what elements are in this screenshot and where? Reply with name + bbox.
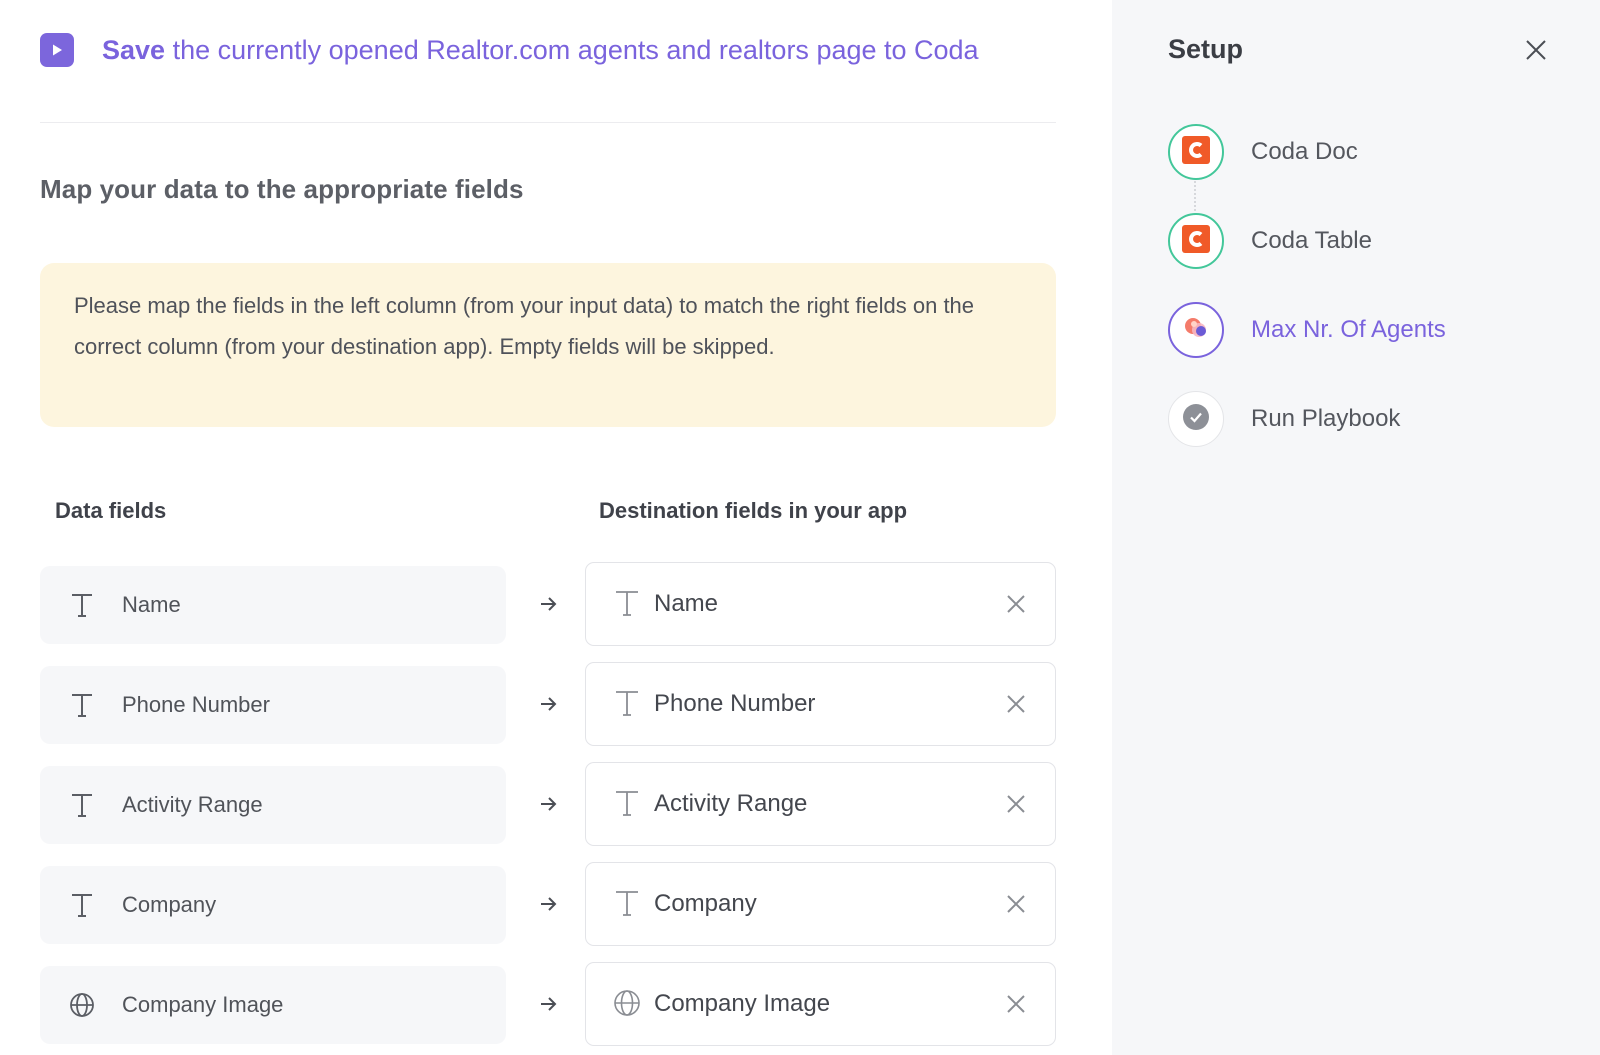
section-title: Map your data to the appropriate fields (40, 174, 524, 204)
step-label: Coda Table (1251, 227, 1372, 254)
step-status-done (1168, 124, 1224, 180)
clear-icon[interactable] (1003, 791, 1029, 817)
destination-field[interactable]: Name (585, 562, 1056, 646)
close-icon[interactable] (1522, 36, 1550, 64)
step-max-nr-of-agents[interactable]: Max Nr. Of Agents (1168, 302, 1568, 358)
destination-field-label: Company (654, 890, 757, 917)
mapping-notice: Please map the fields in the left column… (40, 263, 1056, 427)
main-panel: Save the currently opened Realtor.com ag… (0, 0, 1110, 1055)
source-field-label: Phone Number (122, 692, 270, 717)
step-status-pending (1168, 391, 1224, 447)
bardeen-app-icon (1182, 314, 1210, 347)
destination-field-label: Phone Number (654, 690, 816, 717)
check-circle-icon (1182, 403, 1210, 436)
step-connector (1194, 178, 1196, 218)
source-field: Company (40, 866, 506, 944)
coda-logo-icon (1182, 224, 1210, 258)
text-type-icon (68, 590, 96, 620)
globe-icon (68, 990, 96, 1020)
source-field: Name (40, 566, 506, 644)
source-field-label: Company Image (122, 992, 284, 1017)
arrow-right-icon (536, 892, 560, 916)
playbook-header: Save the currently opened Realtor.com ag… (40, 30, 1080, 70)
destination-field[interactable]: Company Image (585, 962, 1056, 1046)
destination-field-label: Name (654, 590, 719, 617)
destination-fields-header: Destination fields in your app (599, 498, 908, 523)
data-fields-header: Data fields (55, 498, 167, 523)
text-type-icon (612, 587, 642, 619)
step-status-done (1168, 213, 1224, 269)
arrow-right-icon (536, 592, 560, 616)
clear-icon[interactable] (1003, 891, 1029, 917)
step-coda-table[interactable]: Coda Table (1168, 213, 1568, 269)
source-field-label: Activity Range (122, 792, 263, 817)
text-type-icon (68, 890, 96, 920)
globe-icon (612, 987, 642, 1019)
setup-title: Setup (1168, 34, 1244, 64)
playbook-title-action: Save (102, 34, 166, 65)
arrow-right-icon (536, 992, 560, 1016)
step-status-active (1168, 302, 1224, 358)
step-label: Coda Doc (1251, 138, 1358, 165)
playbook-title: Save the currently opened Realtor.com ag… (102, 35, 979, 66)
destination-field[interactable]: Activity Range (585, 762, 1056, 846)
destination-field[interactable]: Phone Number (585, 662, 1056, 746)
mapping-row: Phone Number Phone Number (40, 662, 1056, 748)
step-run-playbook[interactable]: Run Playbook (1168, 391, 1568, 447)
coda-logo-icon (1182, 135, 1210, 169)
playbook-title-text: the currently opened Realtor.com agents … (165, 34, 979, 65)
text-type-icon (612, 687, 642, 719)
text-type-icon (612, 787, 642, 819)
source-field: Phone Number (40, 666, 506, 744)
destination-field-label: Company Image (654, 990, 831, 1017)
source-field: Activity Range (40, 766, 506, 844)
text-type-icon (612, 887, 642, 919)
source-field-label: Company (122, 892, 217, 917)
play-icon[interactable] (40, 33, 74, 67)
text-type-icon (68, 790, 96, 820)
destination-field-label: Activity Range (654, 790, 808, 817)
mapping-row: Company Company (40, 862, 1056, 948)
destination-field[interactable]: Company (585, 862, 1056, 946)
step-label: Max Nr. Of Agents (1251, 316, 1446, 343)
source-field: Company Image (40, 966, 506, 1044)
clear-icon[interactable] (1003, 591, 1029, 617)
clear-icon[interactable] (1003, 691, 1029, 717)
text-type-icon (68, 690, 96, 720)
mapping-row: Activity Range Activity Range (40, 762, 1056, 848)
clear-icon[interactable] (1003, 991, 1029, 1017)
mapping-row: Name Name (40, 562, 1056, 648)
step-coda-doc[interactable]: Coda Doc (1168, 124, 1568, 180)
arrow-right-icon (536, 692, 560, 716)
source-field-label: Name (122, 592, 181, 617)
header-divider (40, 122, 1056, 123)
arrow-right-icon (536, 792, 560, 816)
step-label: Run Playbook (1251, 405, 1401, 432)
setup-sidebar: Setup Coda Doc Coda Table Max Nr. Of Age… (1112, 0, 1600, 1055)
mapping-row: Company Image Company Image (40, 962, 1056, 1048)
